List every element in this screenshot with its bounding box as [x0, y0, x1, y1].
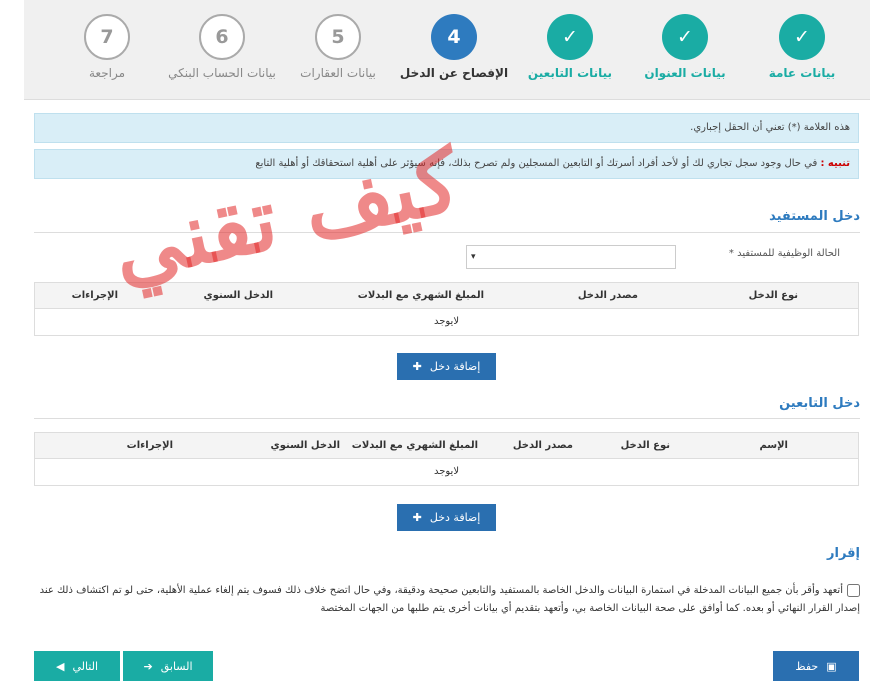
column-header: نوع الدخل — [620, 440, 670, 451]
button-label: إضافة دخل — [429, 360, 481, 373]
step-label: مراجعة — [88, 66, 126, 80]
step-number: 7 — [84, 14, 130, 60]
save-button[interactable]: ▣ حفظ — [773, 651, 859, 681]
divider — [34, 418, 860, 419]
previous-button[interactable]: السابق ➔ — [123, 651, 213, 681]
step-number: 4 — [431, 14, 477, 60]
column-header: الدخل السنوي — [203, 290, 273, 301]
column-header: الدخل السنوي — [270, 440, 340, 451]
declaration: أتعهد وأقر بأن جميع البيانات المدخلة في … — [34, 582, 860, 618]
save-icon: ▣ — [826, 659, 837, 673]
check-icon: ✓ — [779, 14, 825, 60]
column-header: مصدر الدخل — [512, 440, 573, 451]
step-number: 5 — [315, 14, 361, 60]
button-label: السابق — [160, 659, 193, 673]
table-empty-row: لايوجد — [433, 466, 460, 477]
plus-icon: ✚ — [412, 360, 422, 373]
step-review[interactable]: 7 مراجعة — [37, 14, 177, 80]
dependents-income-title: دخل التابعين — [779, 396, 860, 411]
employment-status-label: الحالة الوظيفية للمستفيد * — [728, 248, 840, 259]
table-empty-row: لايوجد — [433, 316, 460, 327]
declaration-checkbox[interactable] — [847, 583, 860, 597]
column-header: الإجراءات — [71, 290, 118, 301]
check-icon: ✓ — [547, 14, 593, 60]
column-header: المبلغ الشهري مع البدلات — [357, 290, 484, 301]
column-header: نوع الدخل — [748, 290, 798, 301]
progress-steps: ✓ بيانات عامة ✓ بيانات العنوان ✓ بيانات … — [24, 0, 870, 100]
dependents-income-table: الإسم نوع الدخل مصدر الدخل المبلغ الشهري… — [34, 432, 859, 486]
table-header: الإسم نوع الدخل مصدر الدخل المبلغ الشهري… — [35, 433, 858, 459]
add-income-button[interactable]: إضافة دخل ✚ — [397, 353, 496, 380]
column-header: الإسم — [759, 440, 788, 451]
employment-status-select[interactable]: ▾ — [466, 245, 676, 269]
column-header: الإجراءات — [126, 440, 173, 451]
arrow-left-icon: ◀ — [55, 659, 65, 673]
step-number: 6 — [199, 14, 245, 60]
button-label: التالي — [72, 659, 99, 673]
button-label: إضافة دخل — [429, 511, 481, 524]
beneficiary-income-title: دخل المستفيد — [769, 209, 860, 224]
add-dependent-income-button[interactable]: إضافة دخل ✚ — [397, 504, 496, 531]
check-icon: ✓ — [662, 14, 708, 60]
button-label: حفظ — [795, 659, 819, 673]
declaration-title: إقرار — [827, 546, 860, 561]
column-header: المبلغ الشهري مع البدلات — [351, 440, 478, 451]
arrow-right-icon: ➔ — [143, 659, 153, 673]
declaration-text: أتعهد وأقر بأن جميع البيانات المدخلة في … — [39, 585, 860, 614]
warning-prefix: تنبيه : — [820, 158, 850, 169]
next-button[interactable]: التالي ◀ — [34, 651, 120, 681]
plus-icon: ✚ — [412, 511, 422, 524]
column-header: مصدر الدخل — [577, 290, 638, 301]
